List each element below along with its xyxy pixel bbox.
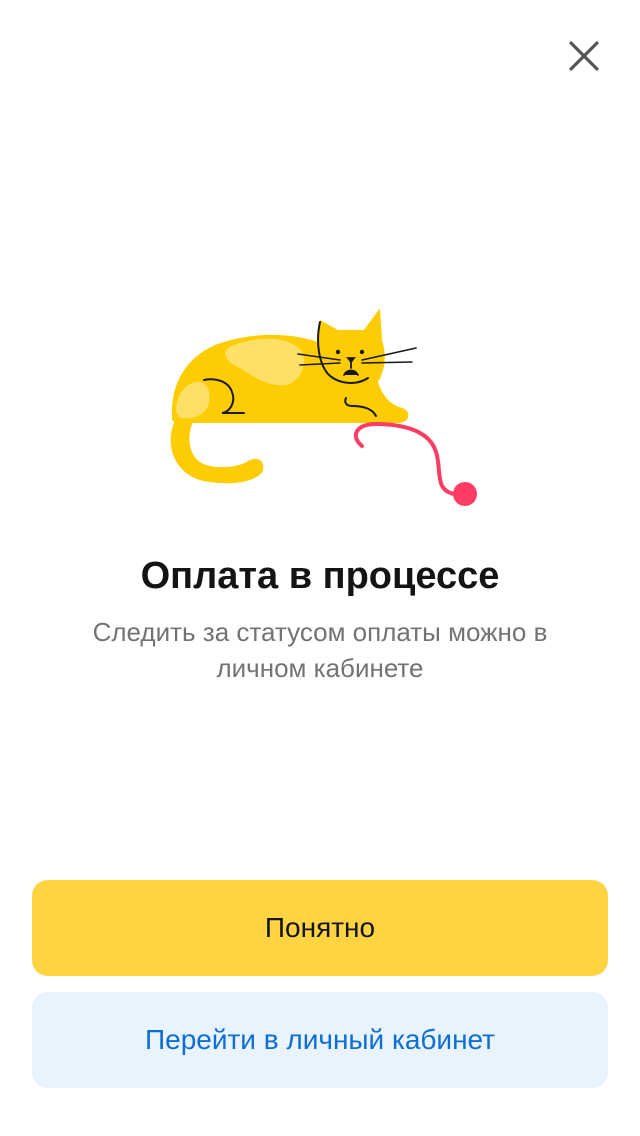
understood-button-label: Понятно xyxy=(264,912,376,943)
cat-tail xyxy=(170,415,264,484)
yarn-ball xyxy=(453,482,477,506)
cat-illustration xyxy=(170,308,477,506)
page-title: Оплата в процессе xyxy=(140,555,500,597)
yarn-string xyxy=(353,421,456,496)
close-icon xyxy=(569,41,599,71)
page-subtitle: Следить за статусом оплаты можно в лично… xyxy=(92,617,548,683)
go-to-account-button[interactable]: Перейти в личный кабинет xyxy=(32,992,608,1088)
cat-eye xyxy=(335,349,341,355)
go-to-account-button-label: Перейти в личный кабинет xyxy=(145,1024,495,1055)
cat-eye xyxy=(359,349,365,355)
close-button[interactable] xyxy=(560,32,608,80)
understood-button[interactable]: Понятно xyxy=(32,880,608,976)
